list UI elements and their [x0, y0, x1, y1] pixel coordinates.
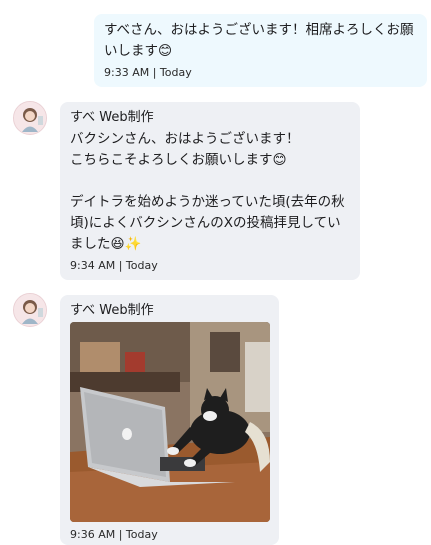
sender-name: すべ Web制作	[70, 303, 154, 318]
incoming-message-bubble[interactable]: すべ Web制作 バクシンさん、おはようございます！ こちらこそよろしくお願いし…	[60, 102, 360, 280]
message-text: すべさん、おはようございます！相席よろしくお願いします😊	[104, 22, 414, 59]
message-timestamp: 9:34 AM | Today	[70, 259, 158, 272]
sender-name: すべ Web制作	[70, 110, 154, 125]
incoming-image-message-bubble[interactable]: すべ Web制作 9:36 AM | Today	[60, 295, 279, 545]
avatar-illustration-icon	[14, 102, 46, 134]
avatar[interactable]	[13, 293, 47, 327]
message-timestamp: 9:36 AM | Today	[70, 528, 158, 541]
cat-typing-gif-image[interactable]	[70, 322, 270, 522]
avatar[interactable]	[13, 101, 47, 135]
avatar-illustration-icon	[14, 294, 46, 326]
outgoing-message-bubble[interactable]: すべさん、おはようございます！相席よろしくお願いします😊 9:33 AM | T…	[94, 14, 427, 87]
message-text: バクシンさん、おはようございます！ こちらこそよろしくお願いします😊 デイトラを…	[70, 131, 345, 252]
message-timestamp: 9:33 AM | Today	[104, 66, 192, 79]
